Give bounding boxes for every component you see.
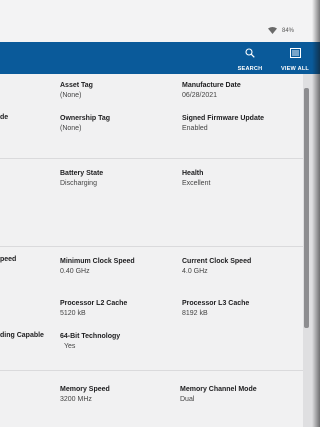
- field-health: Health Excellent: [182, 169, 210, 188]
- asset-tag-value: (None): [60, 92, 82, 99]
- screen-bezel-shadow: [312, 0, 320, 427]
- min-clock-speed-label: Minimum Clock Speed: [60, 258, 135, 265]
- signed-firmware-label: Signed Firmware Update: [182, 115, 265, 122]
- l3-cache-value: 8192 kB: [182, 310, 208, 317]
- search-icon: [245, 45, 255, 63]
- manufacture-date-label: Manufacture Date: [182, 82, 241, 89]
- health-label: Health: [182, 170, 204, 177]
- battery-state-value: Discharging: [60, 180, 97, 187]
- search-button[interactable]: SEARCH: [236, 42, 264, 74]
- memory-channel-mode-label: Memory Channel Mode: [180, 386, 257, 393]
- memory-speed-value: 3200 MHz: [60, 396, 92, 403]
- field-current-clock-speed: Current Clock Speed 4.0 GHz: [182, 257, 251, 276]
- current-clock-speed-value: 4.0 GHz: [182, 268, 208, 275]
- left-column-label-1: de: [0, 114, 9, 121]
- scrollbar-thumb[interactable]: [304, 88, 309, 328]
- screen: 84% SEARCH VIEW ALL de peed ding Capable…: [0, 0, 320, 427]
- memory-speed-label: Memory Speed: [60, 386, 110, 393]
- view-all-icon: [289, 45, 301, 63]
- min-clock-speed-value: 0.40 GHz: [60, 268, 90, 275]
- current-clock-speed-label: Current Clock Speed: [182, 258, 252, 265]
- asset-tag-label: Asset Tag: [60, 82, 93, 89]
- left-column-label-3: ding Capable: [0, 332, 44, 339]
- field-l2-cache: Processor L2 Cache 5120 kB: [60, 299, 127, 318]
- ownership-tag-value: (None): [60, 125, 82, 132]
- 64bit-technology-label: 64-Bit Technology: [60, 333, 121, 340]
- field-asset-tag: Asset Tag (None): [60, 81, 93, 100]
- app-bar: SEARCH VIEW ALL: [0, 42, 320, 74]
- battery-state-label: Battery State: [60, 170, 104, 177]
- field-memory-channel-mode: Memory Channel Mode Dual: [180, 385, 257, 404]
- memory-channel-mode-value: Dual: [180, 396, 195, 403]
- field-signed-firmware: Signed Firmware Update Enabled: [182, 114, 264, 133]
- battery-percent: 84%: [281, 27, 294, 34]
- status-indicators: 84%: [267, 27, 294, 34]
- l3-cache-label: Processor L3 Cache: [182, 300, 250, 307]
- l2-cache-label: Processor L2 Cache: [60, 300, 128, 307]
- field-memory-speed: Memory Speed 3200 MHz: [60, 385, 110, 404]
- wifi-icon: [267, 27, 277, 34]
- view-all-label: VIEW ALL: [280, 65, 310, 72]
- field-min-clock-speed: Minimum Clock Speed 0.40 GHz: [60, 257, 135, 276]
- section-divider: [0, 158, 303, 159]
- field-64bit-technology: 64-Bit Technology Yes: [60, 332, 120, 351]
- system-info-panel: de peed ding Capable Asset Tag (None) Ma…: [0, 74, 303, 427]
- section-divider: [0, 246, 303, 247]
- status-bar: 84%: [0, 0, 320, 42]
- l2-cache-value: 5120 kB: [60, 310, 86, 317]
- 64bit-technology-value: Yes: [64, 343, 76, 350]
- field-l3-cache: Processor L3 Cache 8192 kB: [182, 299, 249, 318]
- view-all-button[interactable]: VIEW ALL: [279, 42, 311, 74]
- ownership-tag-label: Ownership Tag: [60, 115, 111, 122]
- field-manufacture-date: Manufacture Date 06/28/2021: [182, 81, 241, 100]
- section-divider: [0, 370, 303, 371]
- health-value: Excellent: [182, 180, 211, 187]
- field-ownership-tag: Ownership Tag (None): [60, 114, 110, 133]
- left-column-label-2: peed: [0, 256, 17, 263]
- search-label: SEARCH: [237, 65, 263, 72]
- manufacture-date-value: 06/28/2021: [182, 92, 218, 99]
- signed-firmware-value: Enabled: [182, 125, 208, 132]
- field-battery-state: Battery State Discharging: [60, 169, 103, 188]
